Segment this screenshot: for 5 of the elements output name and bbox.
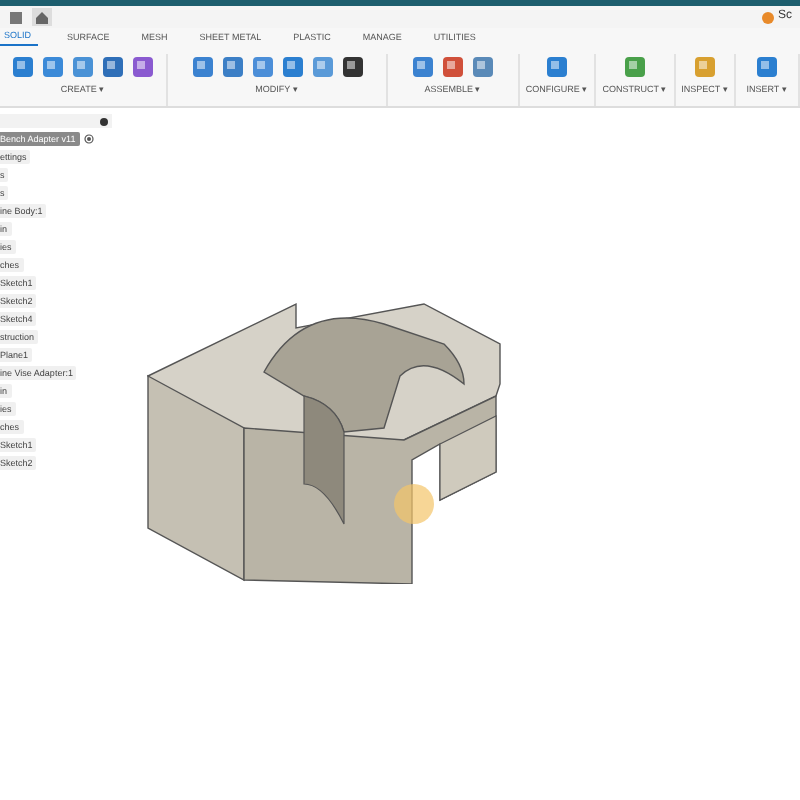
grid-icon[interactable] bbox=[8, 9, 24, 25]
home-button[interactable] bbox=[32, 8, 52, 26]
user-avatar-icon bbox=[761, 11, 774, 23]
radio-icon[interactable] bbox=[83, 134, 94, 144]
collapse-icon[interactable] bbox=[100, 117, 108, 125]
